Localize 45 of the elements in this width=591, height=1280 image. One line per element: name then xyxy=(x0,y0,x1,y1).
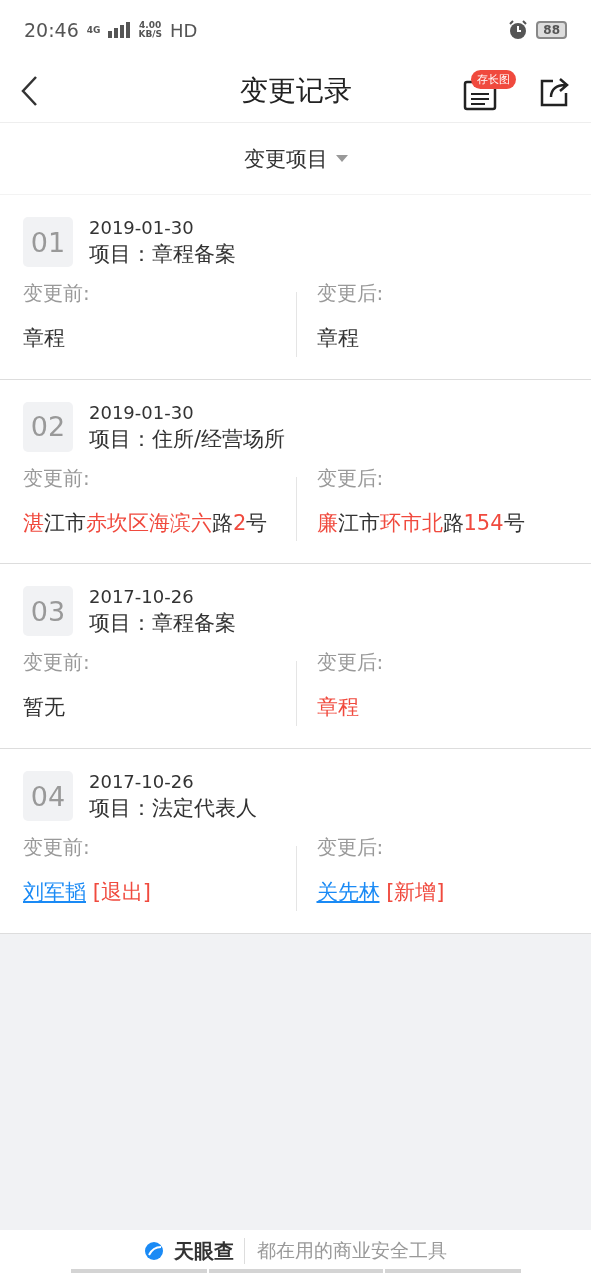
after-label: 变更后: xyxy=(316,280,385,307)
back-button[interactable] xyxy=(20,75,38,107)
before-value: 湛江市赤坎区海滨六路2号 xyxy=(23,509,269,537)
record-date: 2017-10-26 xyxy=(89,586,195,608)
record-number: 02 xyxy=(23,401,73,452)
after-value: 章程 xyxy=(316,325,360,352)
speed-unit: KB/S xyxy=(138,30,163,39)
signal-icon xyxy=(108,22,131,38)
share-button[interactable] xyxy=(539,75,571,107)
change-type-filter[interactable]: 变更项目 xyxy=(237,143,354,174)
record-item: 项目：章程备案 xyxy=(89,610,236,638)
hd-indicator: HD xyxy=(170,19,198,41)
after-label: 变更后: xyxy=(316,834,385,862)
before-value: 刘军韬 [退出] xyxy=(23,879,153,907)
speed-value: 4.00 xyxy=(139,21,162,30)
brand-name: 天眼查 xyxy=(174,1237,234,1265)
battery-indicator: 88 xyxy=(536,21,567,39)
record-date: 2017-10-26 xyxy=(89,771,195,793)
network-type: 4G xyxy=(86,25,101,35)
record-item: 项目：章程备案 xyxy=(89,241,236,268)
record-number: 04 xyxy=(23,771,73,822)
alarm-icon xyxy=(508,20,529,40)
before-value: 章程 xyxy=(23,325,66,352)
status-time: 20:46 xyxy=(24,19,79,41)
record-number: 01 xyxy=(23,217,73,267)
brand-logo-icon xyxy=(144,1241,164,1261)
page-title: 变更记录 xyxy=(238,73,353,109)
record-item: 项目：法定代表人 xyxy=(89,795,257,823)
long-image-button[interactable]: 存长图 xyxy=(463,70,519,112)
after-value: 章程 xyxy=(316,694,360,722)
after-label: 变更后: xyxy=(316,649,385,677)
record-item: 项目：住所/经营场所 xyxy=(89,425,286,453)
record-date: 2019-01-30 xyxy=(89,401,195,423)
brand-tagline: 都在用的商业安全工具 xyxy=(244,1238,447,1264)
before-label: 变更前: xyxy=(23,834,91,862)
record-date: 2019-01-30 xyxy=(89,217,195,238)
before-label: 变更前: xyxy=(23,464,91,492)
record-number: 03 xyxy=(23,586,73,637)
after-value: 廉江市环市北路154号 xyxy=(316,509,526,537)
before-label: 变更前: xyxy=(23,280,91,307)
after-label: 变更后: xyxy=(316,464,385,492)
before-value: 暂无 xyxy=(23,694,66,722)
after-value: 关先林 [新增] xyxy=(316,879,446,907)
before-label: 变更前: xyxy=(23,649,91,677)
dropdown-caret-icon xyxy=(335,154,348,163)
